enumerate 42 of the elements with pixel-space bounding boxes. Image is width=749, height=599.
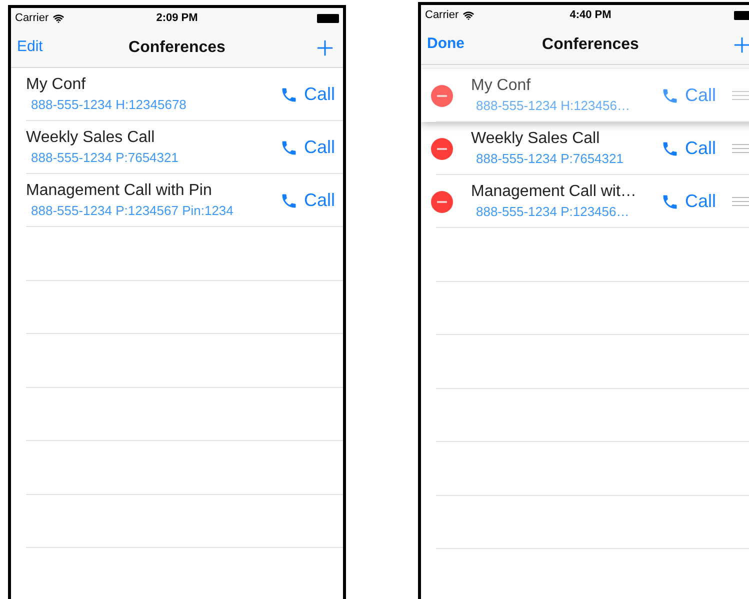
reorder-icon[interactable] (732, 144, 749, 153)
wifi-icon (462, 10, 474, 20)
edit-button[interactable]: Edit (17, 36, 77, 59)
carrier-label: Carrier (425, 8, 459, 23)
delete-icon[interactable] (431, 138, 453, 160)
row-subtitle: 888-555-1234 P:123456… (475, 202, 630, 220)
row-title: My Conf (471, 76, 532, 96)
reorder-icon[interactable] (732, 197, 749, 206)
row-subtitle: 888-555-1234 P:7654321 (475, 150, 624, 168)
status-time: 4:40 PM (570, 8, 612, 23)
phone-icon (280, 138, 298, 156)
phone-icon (660, 140, 679, 158)
call-button[interactable]: Call (660, 188, 716, 215)
call-button[interactable]: Call (280, 134, 335, 161)
row-title: Weekly Sales Call (26, 128, 156, 148)
row-subtitle: 888-555-1234 H:12345678 (30, 96, 188, 114)
nav-title: Conferences (542, 34, 639, 54)
delete-icon[interactable] (431, 190, 453, 212)
delete-icon[interactable] (431, 84, 453, 106)
dragged-row[interactable]: My Conf 888-555-1234 H:123456… Call (421, 69, 749, 122)
row-subtitle: 888-555-1234 P:1234567 Pin:1234 (30, 202, 234, 220)
call-button[interactable]: Call (280, 81, 335, 108)
row-title: Weekly Sales Call (471, 128, 601, 148)
row-subtitle: 888-555-1234 P:7654321 (30, 148, 180, 166)
row-subtitle: 888-555-1234 H:123456… (475, 96, 631, 114)
phone-icon (660, 86, 679, 104)
row-title: My Conf (26, 74, 87, 94)
phone-icon (660, 192, 679, 210)
nav-title: Conferences (128, 38, 226, 58)
status-time: 2:09 PM (156, 10, 198, 26)
phone-icon (280, 192, 298, 210)
call-button[interactable]: Call (280, 187, 335, 214)
battery-icon (734, 10, 749, 20)
carrier-label: Carrier (15, 10, 49, 26)
call-button[interactable]: Call (660, 82, 716, 109)
done-button[interactable]: Done (427, 33, 487, 56)
row-title: Management Call with Pin (26, 180, 213, 200)
row-title: Management Call wit… (471, 182, 638, 202)
call-button[interactable]: Call (660, 135, 716, 162)
battery-icon (316, 14, 339, 22)
wifi-icon (52, 12, 64, 24)
phone-icon (280, 86, 298, 104)
